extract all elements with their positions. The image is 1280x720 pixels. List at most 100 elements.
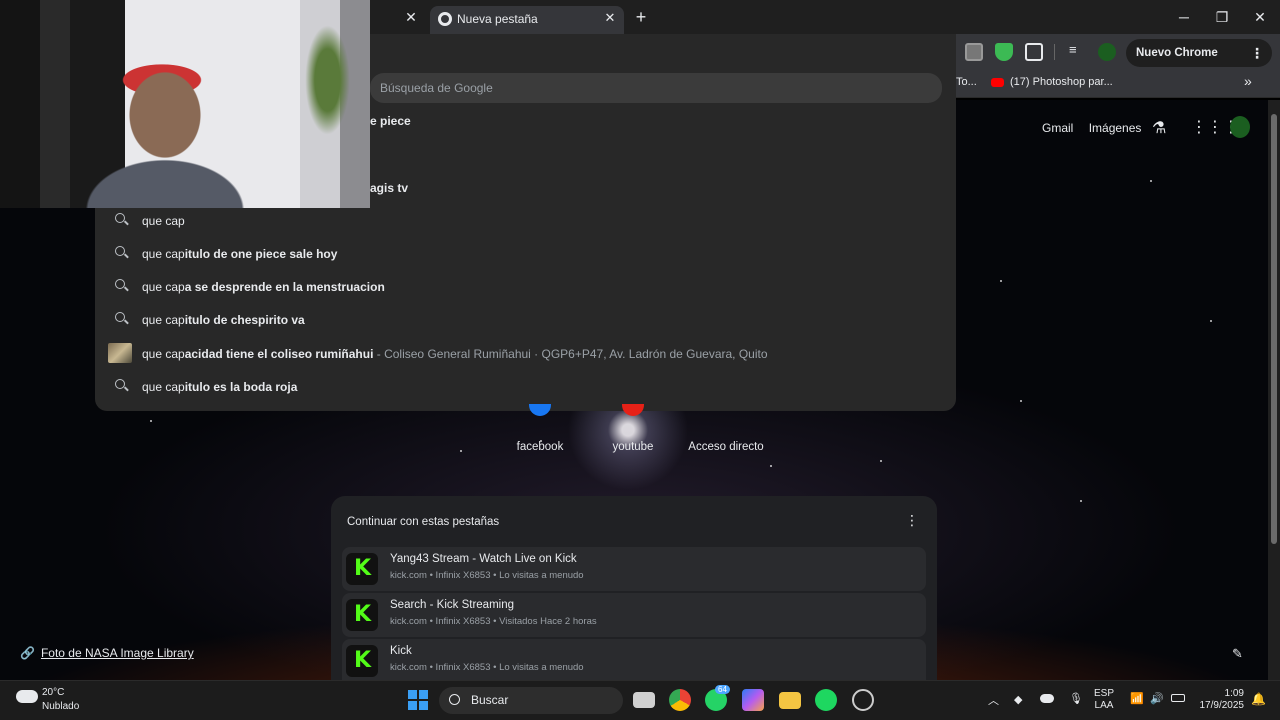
shortcut-youtube[interactable]: youtube [588,441,678,453]
close-window-button[interactable]: ✕ [1246,6,1274,28]
volume-icon[interactable]: 🔊 [1150,692,1164,705]
more-icon[interactable]: ⋮ [1250,39,1264,67]
clock[interactable]: 1:09 17/9/2025 [1194,688,1245,712]
suggestion-fragment[interactable]: e piece [370,114,411,128]
images-link[interactable]: Imágenes [1089,121,1142,135]
continue-item-title: Yang43 Stream - Watch Live on Kick [390,553,577,565]
copilot-icon[interactable] [742,689,764,711]
bookmark-item[interactable]: (17) Photoshop par... [1010,76,1113,88]
suggestion-typed: que cap [142,347,185,361]
suggestion-completion: itulo de chespirito va [184,313,305,327]
file-explorer-icon[interactable] [779,692,801,709]
suggestion-completion: itulo es la boda roja [184,380,298,394]
suggestion-typed: que cap [142,280,185,294]
card-title: Continuar con estas pestañas [347,516,500,528]
continue-item-meta: kick.com • Infinix X6853 • Visitados Hac… [390,616,597,627]
battery-icon[interactable] [1171,694,1185,702]
suggestion-item[interactable]: que capitulo de one piece sale hoy [95,237,956,270]
notification-badge: 64 [715,685,730,694]
suggestion-item[interactable]: que capitulo de chespirito va [95,303,956,336]
wifi-icon[interactable]: 📶 [1130,692,1144,705]
clock-time: 1:09 [1224,688,1244,699]
suggestion-fragment[interactable]: agis tv [370,181,408,195]
continue-item-title: Kick [390,645,412,657]
labs-flask-icon[interactable]: ⚗ [1152,118,1166,138]
chrome-icon [438,12,452,26]
gmail-link[interactable]: Gmail [1042,121,1073,135]
close-tab-icon[interactable]: ✕ [602,10,618,26]
weather-temp[interactable]: 20°C [42,687,64,698]
tray-overflow-icon[interactable]: ︿ [988,692,999,708]
suggestion-item[interactable]: que capitulo es la boda roja [95,370,956,403]
suggestion-item[interactable]: que cap [95,204,956,237]
search-icon [115,312,125,322]
card-menu-icon[interactable]: ⋮ [905,512,919,529]
account-avatar[interactable] [1230,116,1250,138]
ntp-header-links: Gmail Imágenes [1042,121,1141,135]
shield-extension-icon[interactable] [995,43,1013,61]
toolbar-divider [1054,44,1055,60]
tab-title: Nueva pestaña [457,12,538,26]
onedrive-icon[interactable] [1040,694,1054,703]
profile-avatar[interactable] [1098,43,1116,61]
task-view-icon[interactable] [633,692,655,708]
cloud-icon [16,690,38,703]
extension-icon[interactable] [965,43,983,61]
app-icon[interactable] [852,689,874,711]
scrollbar-thumb[interactable] [1271,114,1277,544]
microphone-icon[interactable]: 🎙 [1069,692,1083,705]
dropbox-icon[interactable]: ◆ [1014,693,1022,706]
bookmarks-overflow-icon[interactable]: » [1244,73,1252,89]
tab-new-tab[interactable]: Nueva pestaña ✕ [430,6,624,34]
windows-start-icon[interactable] [408,690,428,710]
search-icon [115,279,125,289]
layout-code: LAA [1094,700,1114,711]
restore-button[interactable]: ❐ [1208,6,1236,28]
place-thumbnail [108,343,132,363]
link-icon: 🔗 [20,646,35,660]
scrollbar[interactable] [1268,100,1280,680]
weather-desc[interactable]: Nublado [42,701,79,712]
lang-code: ESP [1094,688,1115,699]
omnibox-input[interactable]: Búsqueda de Google [370,73,942,103]
shortcut-add[interactable]: Acceso directo [681,441,771,453]
continue-item-meta: kick.com • Infinix X6853 • Lo visitas a … [390,570,584,581]
suggestion-item[interactable]: que capa se desprende en la menstruacion [95,270,956,303]
suggestion-completion: a se desprende en la menstruacion [184,280,385,294]
search-icon [449,694,460,705]
minimize-button[interactable]: ─ [1170,6,1198,28]
photo-credit-label: Foto de NASA Image Library [40,646,194,660]
clock-date: 17/9/2025 [1199,700,1245,711]
close-tab-icon[interactable]: ✕ [402,8,420,26]
continue-item[interactable]: K Search - Kick Streaming kick.com • Inf… [342,593,926,637]
spotify-icon[interactable] [815,689,837,711]
chrome-taskbar-icon[interactable] [669,689,691,711]
suggestion-item[interactable]: que capacidad tiene el coliseo rumiñahui… [95,337,956,370]
continue-item-meta: kick.com • Infinix X6853 • Lo visitas a … [390,662,584,673]
taskbar-search-label: Buscar [471,693,509,707]
photo-credit-link[interactable]: 🔗 Foto de NASA Image Library [20,646,194,660]
suggestion-typed: que cap [142,313,185,327]
suggestion-completion: itulo de one piece sale hoy [184,247,338,261]
bookmark-item[interactable]: To... [956,76,977,88]
continue-item[interactable]: K Kick kick.com • Infinix X6853 • Lo vis… [342,639,926,680]
chrome-update-button[interactable]: Nuevo Chrome disponible ⋮ [1126,39,1272,87]
suggestion-completion: acidad tiene el coliseo rumiñahui [184,347,374,361]
suggestion-detail: - Coliseo General Rumiñahui · QGP6+P47, … [373,347,768,361]
continue-item[interactable]: K Yang43 Stream - Watch Live on Kick kic… [342,547,926,591]
kick-icon: K [346,553,378,585]
notifications-icon[interactable]: 🔔 [1251,692,1266,706]
youtube-icon [991,78,1004,87]
customize-pencil-icon[interactable]: ✎ [1232,646,1243,662]
omnibox-placeholder: Búsqueda de Google [380,81,493,95]
continue-item-title: Search - Kick Streaming [390,599,514,611]
new-tab-button[interactable]: + [632,7,650,27]
language-indicator[interactable]: ESP LAA [1094,688,1114,712]
taskbar-search[interactable]: Buscar [439,687,623,714]
reading-list-icon[interactable]: ≡ [1069,42,1077,57]
shortcut-facebook[interactable]: facebook [495,441,585,453]
webcam-overlay [0,0,370,208]
puzzle-icon[interactable] [1025,43,1043,61]
suggestion-typed: que cap [142,380,185,394]
kick-icon: K [346,645,378,677]
